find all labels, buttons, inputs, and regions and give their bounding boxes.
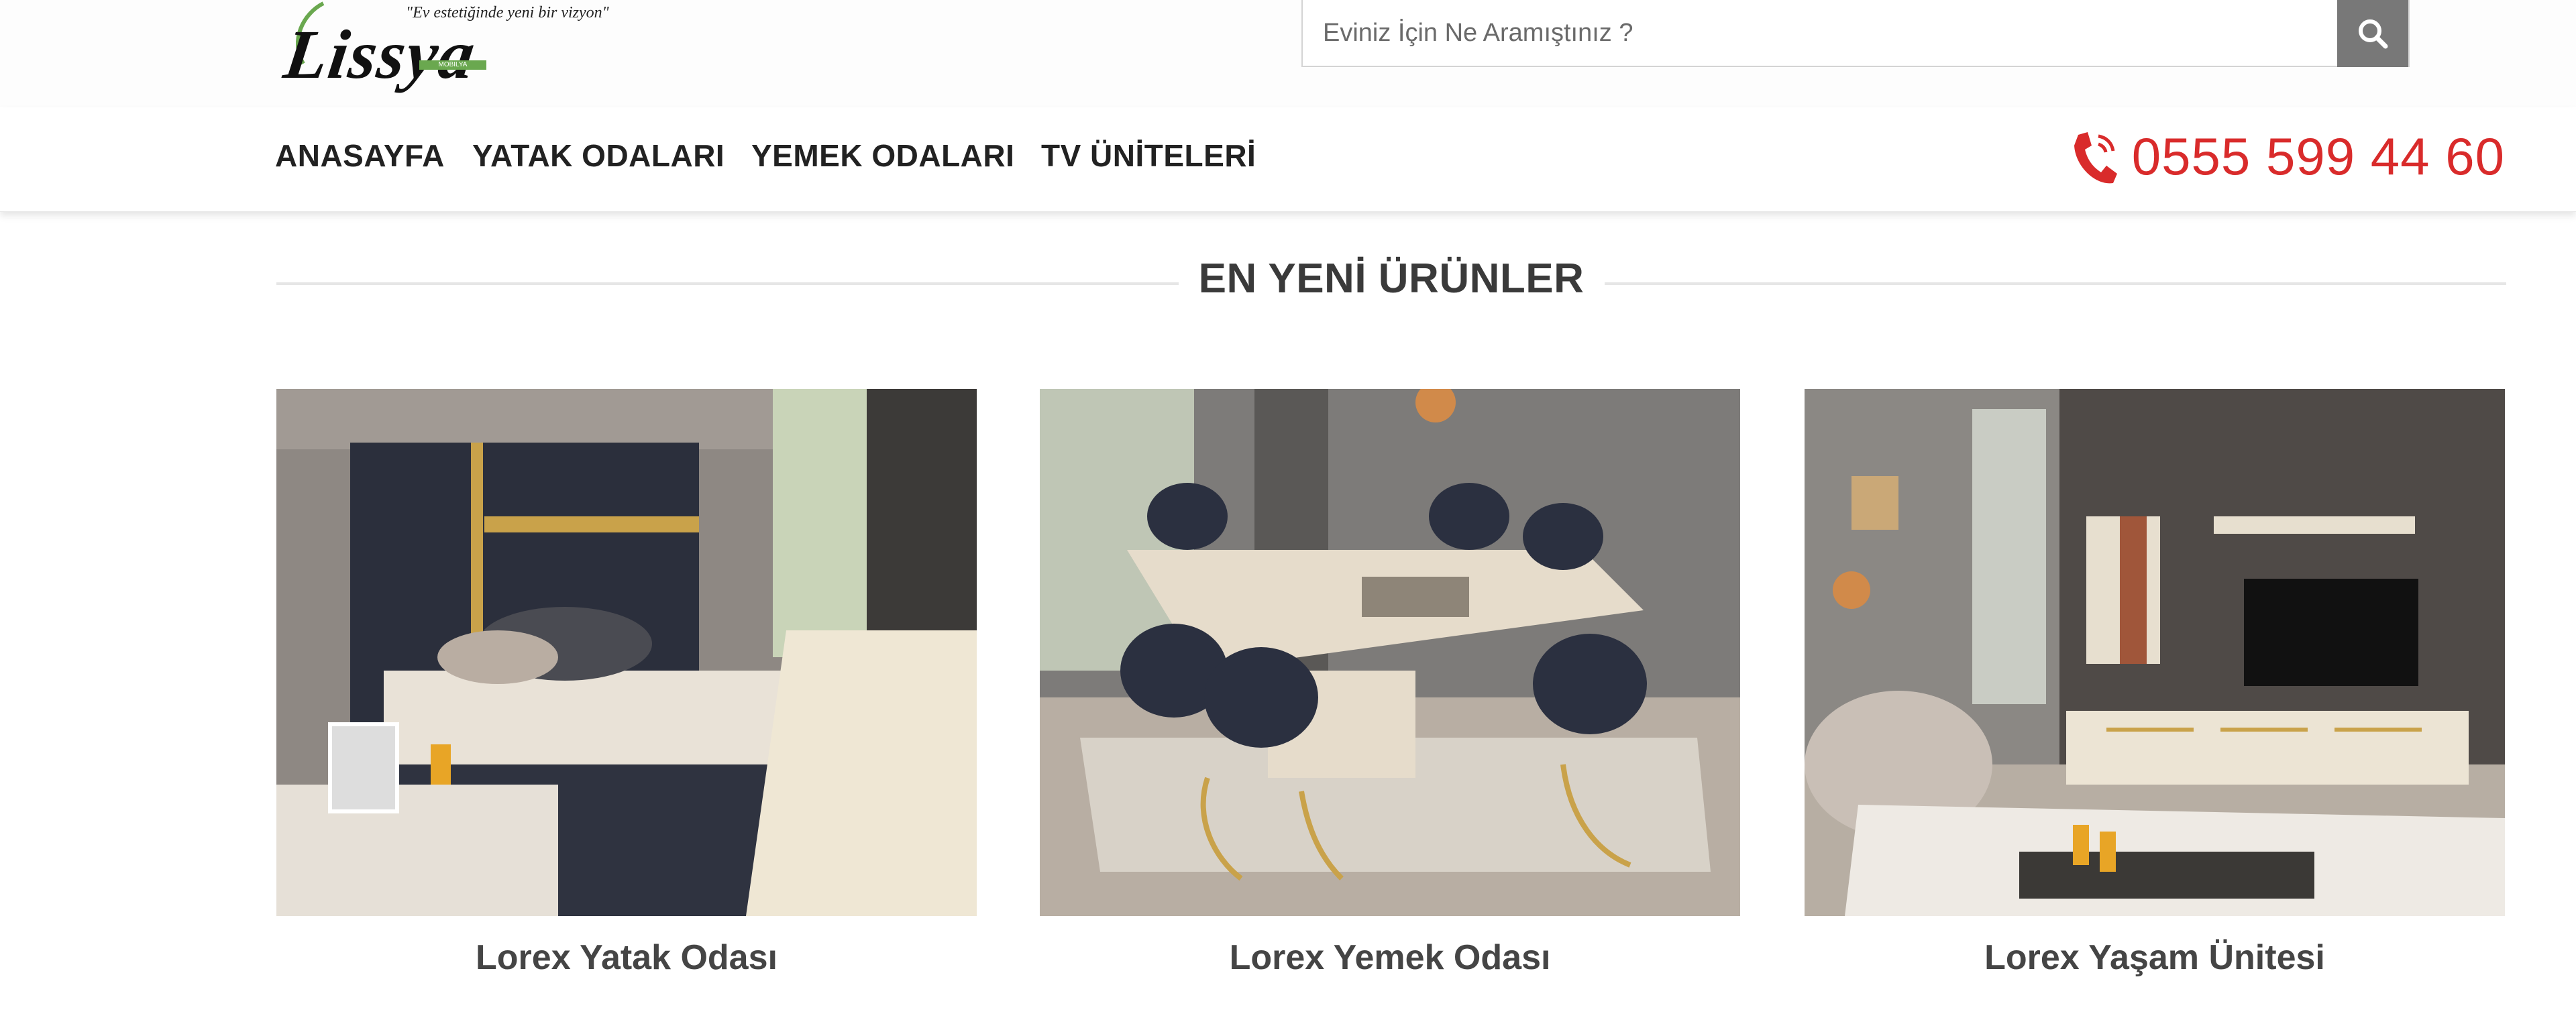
nav-item-tv-uniteleri[interactable]: TV ÜNİTELERİ	[1041, 137, 1256, 174]
section-divider-right	[1605, 282, 2506, 285]
product-title[interactable]: Lorex Yatak Odası	[276, 937, 977, 978]
search-button[interactable]	[2337, 0, 2408, 67]
search-input[interactable]	[1303, 0, 2339, 66]
phone-number[interactable]: 0555 599 44 60	[2132, 126, 2505, 187]
contact-phone[interactable]: 0555 599 44 60	[2069, 126, 2505, 187]
product-image-living[interactable]	[1805, 389, 2505, 916]
nav-item-yatak-odalari[interactable]: YATAK ODALARI	[472, 137, 724, 174]
nav-item-anasayfa[interactable]: ANASAYFA	[275, 137, 445, 174]
product-image-bedroom[interactable]	[276, 389, 977, 916]
search-icon	[2359, 19, 2388, 49]
search-bar	[1301, 0, 2410, 67]
bedroom-photo	[276, 389, 977, 916]
dining-room-photo	[1040, 389, 1740, 916]
nav-item-yemek-odalari[interactable]: YEMEK ODALARI	[751, 137, 1014, 174]
brand-name: Lissya	[279, 16, 481, 93]
product-title[interactable]: Lorex Yemek Odası	[1040, 937, 1740, 978]
product-title[interactable]: Lorex Yaşam Ünitesi	[1805, 937, 2505, 978]
brand-badge: MOBILYA	[419, 60, 486, 70]
living-room-tv-unit-photo	[1805, 389, 2505, 916]
section-title: EN YENİ ÜRÜNLER	[1198, 255, 1585, 302]
section-header: EN YENİ ÜRÜNLER	[276, 255, 2506, 315]
phone-icon	[2074, 131, 2117, 183]
product-image-dining[interactable]	[1040, 389, 1740, 916]
